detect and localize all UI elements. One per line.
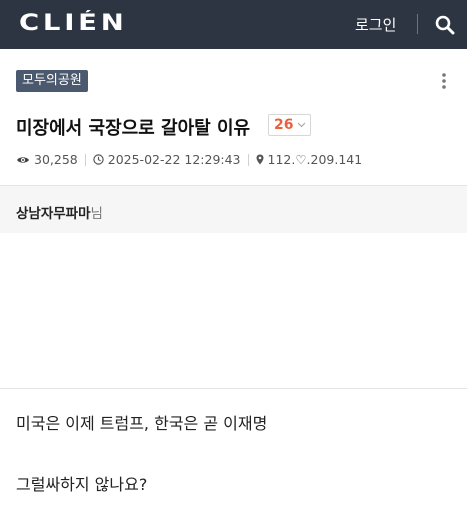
site-logo[interactable]: CLIÉN — [19, 11, 127, 36]
post-datetime: 2025-02-22 12:29:43 — [107, 152, 241, 167]
comment-count-value: 26 — [274, 117, 294, 133]
author-name: 상남자무파마 — [16, 206, 91, 222]
author[interactable]: 상남자무파마님 — [16, 202, 103, 222]
search-icon[interactable] — [435, 15, 455, 35]
views-count: 30,258 — [34, 152, 78, 167]
datetime-item: 2025-02-22 12:29:43 — [93, 152, 241, 167]
post-meta: 30,258 2025-02-22 12:29:43 112.♡.209.141 — [16, 152, 362, 167]
post-body-line: 그럴싸하지 않나요? — [16, 475, 148, 494]
divider — [0, 388, 467, 389]
post-ip: 112.♡.209.141 — [267, 152, 363, 167]
post-title: 미장에서 국장으로 갈아탈 이유 — [16, 118, 251, 139]
post-body-line: 미국은 이제 트럼프, 한국은 곧 이재명 — [16, 414, 268, 433]
category-badge[interactable]: 모두의공원 — [16, 70, 88, 92]
meta-separator — [247, 153, 249, 166]
more-vertical-icon[interactable] — [441, 72, 447, 90]
location-pin-icon — [256, 154, 264, 165]
page: CLIÉN 로그인 모두의공원 미장에서 국장으로 갈아탈 이유 26 30,2… — [0, 0, 467, 518]
comment-count-button[interactable]: 26 — [268, 114, 312, 136]
header-divider — [417, 14, 418, 34]
login-link[interactable]: 로그인 — [355, 14, 396, 35]
ip-item: 112.♡.209.141 — [256, 152, 363, 167]
meta-separator — [84, 153, 86, 166]
views-item: 30,258 — [16, 152, 78, 167]
author-suffix: 님 — [90, 206, 103, 222]
chevron-down-icon — [298, 122, 306, 128]
top-header: CLIÉN 로그인 — [0, 0, 467, 49]
clock-icon — [93, 154, 104, 165]
eye-icon — [17, 156, 29, 163]
